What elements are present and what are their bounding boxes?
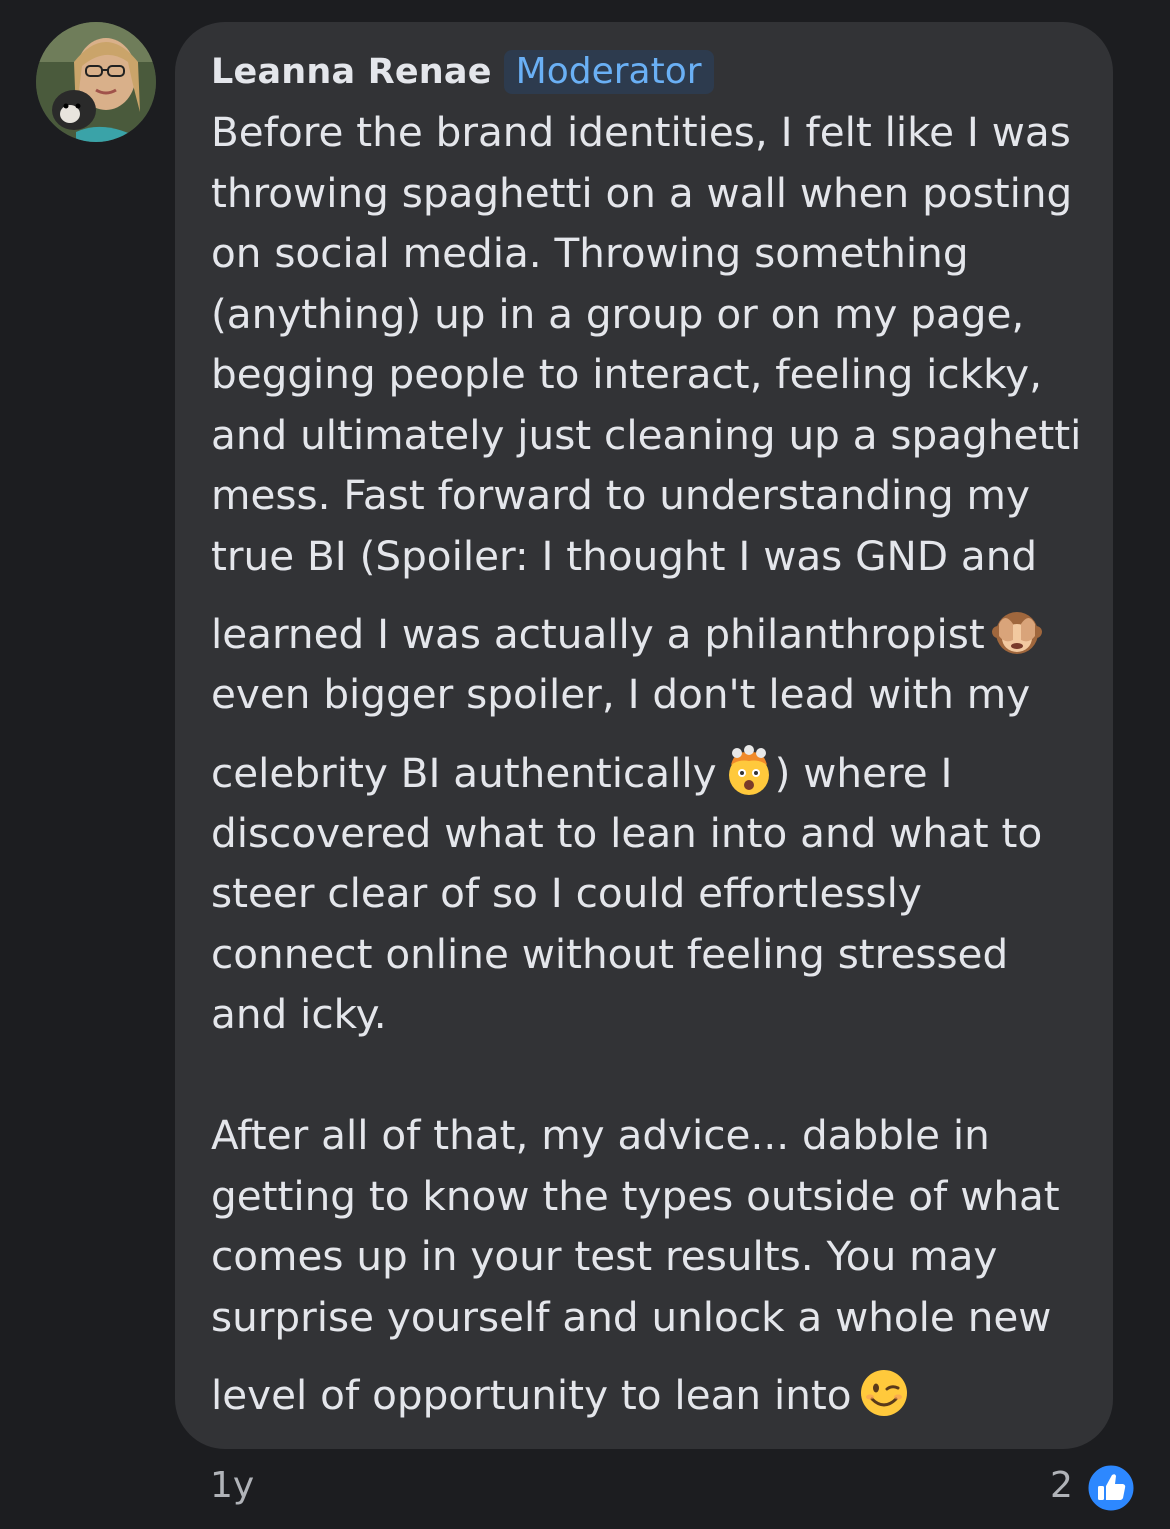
winking-face-emoji <box>858 1367 910 1419</box>
comment-text: Before the brand identities, I felt like… <box>211 102 1083 1425</box>
comment-line: steer clear of so I could effortlessly <box>211 869 922 917</box>
comment-line: and ultimately just cleaning up a spaghe… <box>211 410 1082 459</box>
comment-header: Leanna Renae Moderator <box>211 48 1083 96</box>
comment-line: After all of that, my advice... dabble i… <box>211 1111 990 1159</box>
comment-timestamp[interactable]: 1y <box>210 1465 254 1506</box>
comment-line-text: celebrity BI authentically <box>211 748 717 797</box>
comment-line-text: learned I was actually a philanthropist <box>211 610 985 658</box>
comment-screen: Leanna Renae Moderator Before the brand … <box>0 0 1170 1529</box>
avatar-photo-icon <box>36 22 156 142</box>
comment-line: learned I was actually a philanthropist <box>211 586 1083 664</box>
comment-line: even bigger spoiler, I don't lead with m… <box>211 670 1031 718</box>
comment-line: begging people to interact, feeling ickk… <box>211 350 1042 398</box>
comment-line: surprise yourself and unlock a whole new <box>211 1292 1052 1341</box>
comment-line: true BI (Spoiler: I thought I was GND an… <box>211 531 1038 580</box>
exploding-head-emoji <box>723 744 775 797</box>
reaction-count[interactable]: 2 <box>1050 1465 1073 1506</box>
comment-line: getting to know the types outside of wha… <box>211 1171 1060 1220</box>
like-thumb-icon[interactable] <box>1085 1462 1137 1514</box>
comment-line: (anything) up in a group or on my page, <box>211 289 1025 338</box>
moderator-badge: Moderator <box>503 50 714 94</box>
comment-line-text: ) where I <box>774 748 953 797</box>
comment-line: and icky. <box>211 990 387 1038</box>
comment-line: level of opportunity to lean into <box>211 1347 1083 1425</box>
avatar[interactable] <box>36 22 156 142</box>
comment-line: mess. Fast forward to understanding my <box>211 471 1030 519</box>
comment-line: Before the brand identities, I felt like… <box>211 108 1071 156</box>
comment-line: comes up in your test results. You may <box>211 1232 998 1280</box>
comment-bubble[interactable]: Leanna Renae Moderator Before the brand … <box>175 22 1113 1449</box>
author-name[interactable]: Leanna Renae <box>211 52 492 92</box>
comment-line: on social media. Throwing something <box>211 229 969 277</box>
comment-line: throwing spaghetti on a wall when postin… <box>211 168 1073 217</box>
comment-line: discovered what to lean into and what to <box>211 808 1043 857</box>
comment-line: celebrity BI authentically ) where I <box>211 725 1083 803</box>
comment-line-text: level of opportunity to lean into <box>211 1371 852 1419</box>
comment-line: connect online without feeling stressed <box>211 929 1009 978</box>
see-no-evil-monkey-emoji <box>991 606 1043 658</box>
